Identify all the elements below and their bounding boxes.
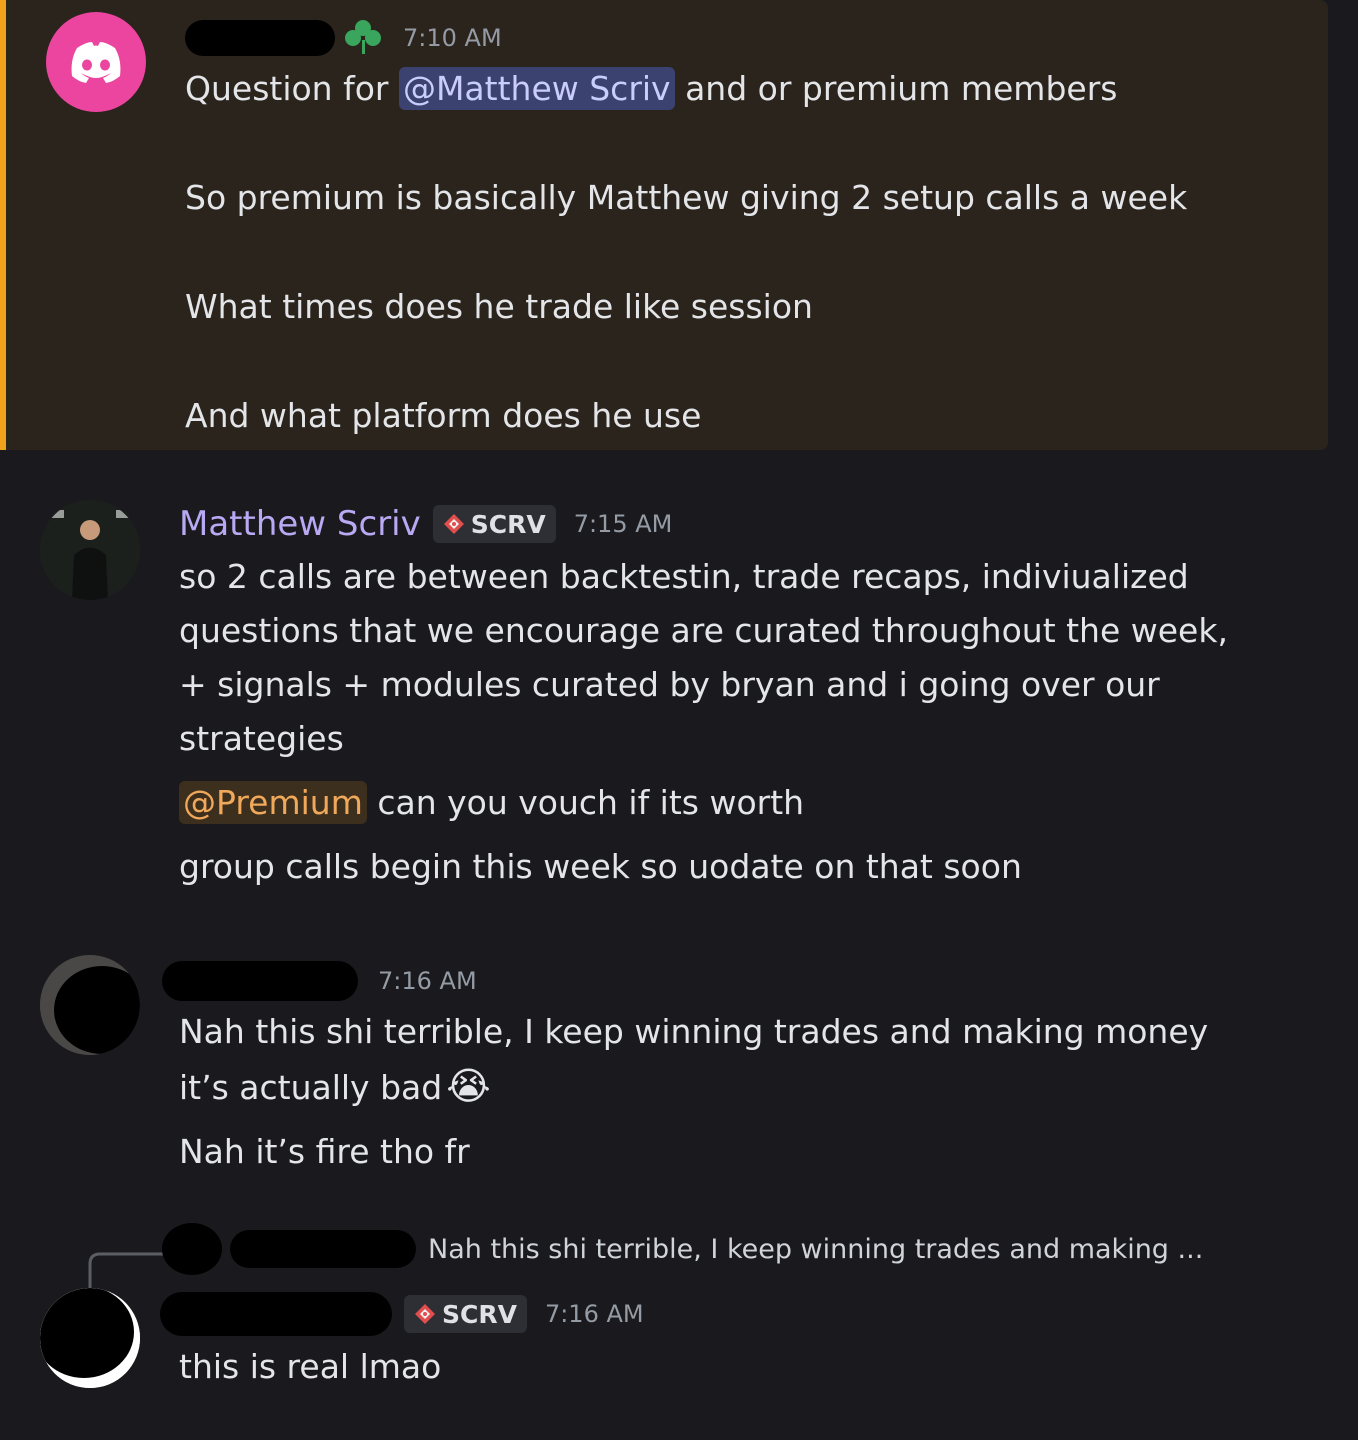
- message-line: so 2 calls are between backtestin, trade…: [179, 557, 1189, 596]
- profile-photo-icon: [40, 500, 140, 600]
- highlighted-message: 7:10 AM Question for @Matthew Scriv and …: [0, 0, 1328, 450]
- server-tag-label: SCRV: [470, 509, 546, 539]
- message-line: Question for @Matthew Scriv and or premi…: [185, 62, 1288, 116]
- avatar[interactable]: [46, 12, 146, 112]
- message-line: it’s actually bad 😭: [179, 1059, 1318, 1115]
- redacted-username: [230, 1230, 416, 1268]
- redacted-username: [160, 1292, 392, 1336]
- reply-text: Nah this shi terrible, I keep winning tr…: [428, 1233, 1204, 1265]
- crying-emoji: 😭: [446, 1064, 491, 1108]
- message-line: strategies: [179, 719, 344, 758]
- user-mention[interactable]: @Matthew Scriv: [398, 67, 675, 110]
- message-text: can you vouch if its worth: [366, 783, 805, 822]
- server-tag[interactable]: SCRV: [432, 505, 556, 543]
- server-tag-icon: [443, 514, 464, 534]
- server-tag[interactable]: SCRV: [404, 1295, 527, 1333]
- message-line: And what platform does he use: [185, 396, 702, 435]
- message-text: and or premium members: [674, 69, 1118, 108]
- redacted-avatar-icon: [40, 955, 140, 1055]
- redacted-avatar-icon: [40, 1288, 140, 1388]
- reply-avatar: [162, 1223, 222, 1275]
- message-line: @Premium can you vouch if its worth: [179, 776, 1318, 830]
- message-line: questions that we encourage are curated …: [179, 611, 1228, 650]
- author-name[interactable]: Matthew Scriv: [179, 504, 421, 544]
- discord-logo-icon: [71, 42, 121, 83]
- message-line: this is real lmao: [179, 1347, 442, 1386]
- message-line: Nah it’s fire tho fr: [179, 1132, 470, 1171]
- avatar[interactable]: [40, 955, 140, 1055]
- message-line: Nah this shi terrible, I keep winning tr…: [179, 1012, 1209, 1051]
- timestamp: 7:15 AM: [573, 510, 673, 538]
- message-text: it’s actually bad: [179, 1068, 443, 1107]
- server-tag-icon: [415, 1304, 435, 1324]
- reply-preview[interactable]: Nah this shi terrible, I keep winning tr…: [162, 1220, 1203, 1278]
- role-mention[interactable]: @Premium: [179, 781, 367, 824]
- avatar[interactable]: [40, 1288, 140, 1388]
- timestamp: 7:10 AM: [403, 24, 502, 52]
- message-line: What times does he trade like session: [185, 287, 813, 326]
- message-line: So premium is basically Matthew giving 2…: [185, 178, 1188, 217]
- redacted-username: [162, 961, 358, 1001]
- clover-badge-icon: [345, 20, 381, 54]
- avatar[interactable]: [40, 500, 140, 600]
- redacted-username: [185, 20, 335, 56]
- timestamp: 7:16 AM: [378, 967, 477, 995]
- message-text: Question for: [185, 69, 399, 108]
- message-line: group calls begin this week so uodate on…: [179, 847, 1022, 886]
- message-line: + signals + modules curated by bryan and…: [179, 665, 1160, 704]
- timestamp: 7:16 AM: [544, 1300, 644, 1328]
- server-tag-label: SCRV: [442, 1299, 517, 1329]
